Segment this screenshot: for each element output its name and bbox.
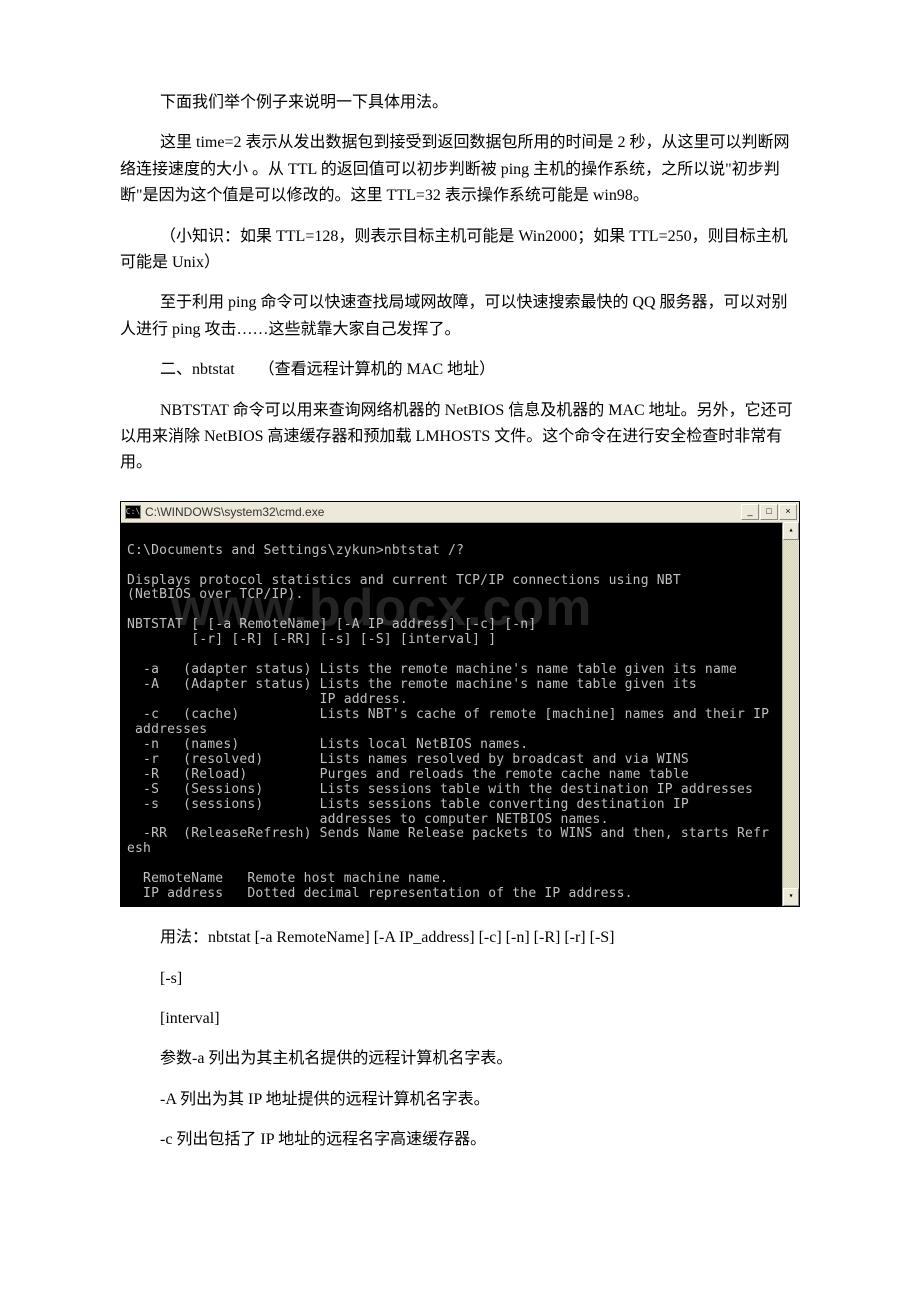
paragraph-param-a-lower: 参数-a 列出为其主机名提供的远程计算机名字表。 xyxy=(120,1046,800,1072)
paragraph-usage-syntax: 用法：nbtstat [-a RemoteName] [-A IP_addres… xyxy=(120,925,800,951)
close-button[interactable]: × xyxy=(779,504,797,520)
cmd-icon: C:\ xyxy=(125,505,141,519)
cmd-output: C:\Documents and Settings\zykun>nbtstat … xyxy=(121,523,799,906)
paragraph-usage-interval: [interval] xyxy=(120,1006,800,1032)
cmd-titlebar: C:\ C:\WINDOWS\system32\cmd.exe _ □ × xyxy=(121,502,799,523)
paragraph-time-ttl: 这里 time=2 表示从发出数据包到接受到返回数据包所用的时间是 2 秒，从这… xyxy=(120,130,800,209)
cmd-title-text: C:\WINDOWS\system32\cmd.exe xyxy=(145,505,740,519)
paragraph-param-a-upper: -A 列出为其 IP 地址提供的远程计算机名字表。 xyxy=(120,1087,800,1113)
cmd-window: C:\ C:\WINDOWS\system32\cmd.exe _ □ × C:… xyxy=(120,501,800,907)
scroll-track[interactable] xyxy=(783,540,799,888)
minimize-button[interactable]: _ xyxy=(741,504,759,520)
paragraph-usage-s: [-s] xyxy=(120,966,800,992)
scrollbar[interactable]: ▴ ▾ xyxy=(782,522,799,906)
paragraph-ping-usage: 至于利用 ping 命令可以快速查找局域网故障，可以快速搜索最快的 QQ 服务器… xyxy=(120,290,800,343)
maximize-button[interactable]: □ xyxy=(760,504,778,520)
paragraph-tip-ttl: （小知识：如果 TTL=128，则表示目标主机可能是 Win2000；如果 TT… xyxy=(120,224,800,277)
paragraph-param-c: -c 列出包括了 IP 地址的远程名字高速缓存器。 xyxy=(120,1127,800,1153)
paragraph-nbtstat-desc: NBTSTAT 命令可以用来查询网络机器的 NetBIOS 信息及机器的 MAC… xyxy=(120,398,800,477)
paragraph-example-intro: 下面我们举个例子来说明一下具体用法。 xyxy=(120,90,800,116)
scroll-up-button[interactable]: ▴ xyxy=(783,522,799,540)
scroll-down-button[interactable]: ▾ xyxy=(783,888,799,906)
heading-nbtstat: 二、nbtstat （查看远程计算机的 MAC 地址） xyxy=(120,357,800,383)
